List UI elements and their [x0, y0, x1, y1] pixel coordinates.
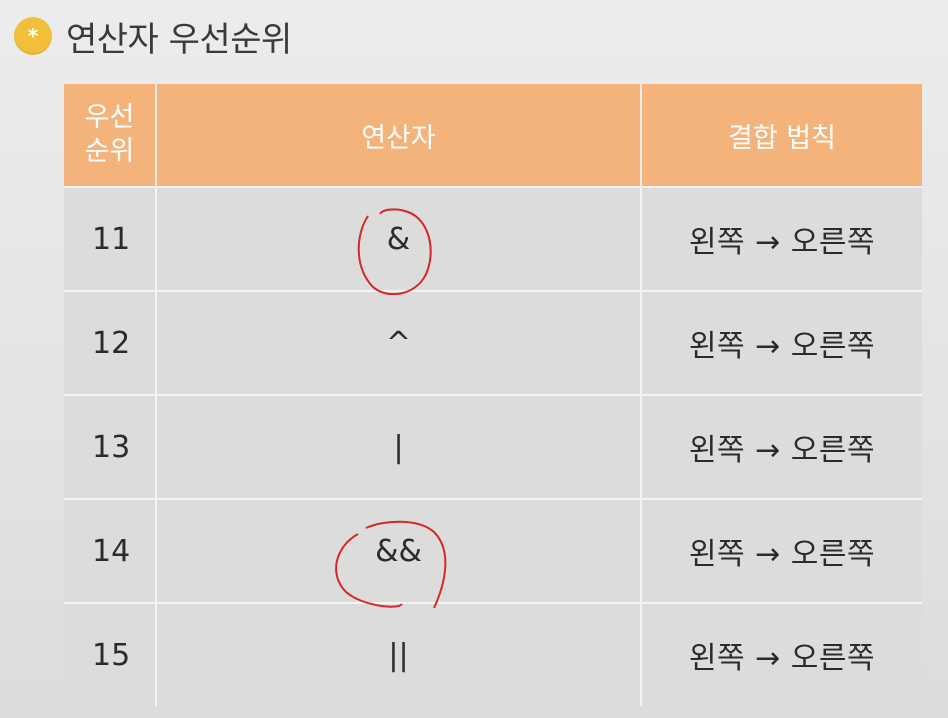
rank-cell: 11	[64, 186, 157, 291]
table-row: 14 && 왼쪽 → 오른쪽	[64, 498, 922, 603]
operator-precedence-table: 우선 순위 연산자 결합 법칙 11 & 왼쪽 → 오른쪽 12 ^ 왼쪽 → …	[64, 84, 922, 706]
slide-title: * 연산자 우선순위	[14, 12, 292, 60]
operator-cell: |	[156, 394, 642, 499]
page-title: 연산자 우선순위	[66, 19, 292, 60]
header-rank-line2: 순위	[84, 136, 135, 167]
header-rank: 우선 순위	[64, 84, 157, 187]
rank-cell: 15	[64, 602, 157, 706]
table-header-row: 우선 순위 연산자 결합 법칙	[64, 84, 922, 187]
precedence-table-container: 우선 순위 연산자 결합 법칙 11 & 왼쪽 → 오른쪽 12 ^ 왼쪽 → …	[64, 84, 922, 706]
rank-cell: 13	[64, 394, 157, 499]
rank-cell: 12	[64, 290, 157, 395]
table-row: 11 & 왼쪽 → 오른쪽	[64, 186, 922, 291]
operator-cell: &	[156, 186, 642, 291]
header-rank-line1: 우선	[84, 102, 135, 133]
star-icon: *	[14, 17, 52, 55]
rank-cell: 14	[64, 498, 157, 603]
associativity-cell: 왼쪽 → 오른쪽	[641, 498, 922, 603]
associativity-cell: 왼쪽 → 오른쪽	[641, 394, 922, 499]
operator-cell: ^	[156, 290, 642, 395]
table-row: 15 || 왼쪽 → 오른쪽	[64, 602, 922, 706]
operator-cell: &&	[156, 498, 642, 603]
associativity-cell: 왼쪽 → 오른쪽	[641, 290, 922, 395]
operator-cell: ||	[156, 602, 642, 706]
header-operator: 연산자	[156, 84, 642, 187]
table-row: 13 | 왼쪽 → 오른쪽	[64, 394, 922, 499]
header-associativity: 결합 법칙	[641, 84, 922, 187]
associativity-cell: 왼쪽 → 오른쪽	[641, 186, 922, 291]
table-row: 12 ^ 왼쪽 → 오른쪽	[64, 290, 922, 395]
associativity-cell: 왼쪽 → 오른쪽	[641, 602, 922, 706]
